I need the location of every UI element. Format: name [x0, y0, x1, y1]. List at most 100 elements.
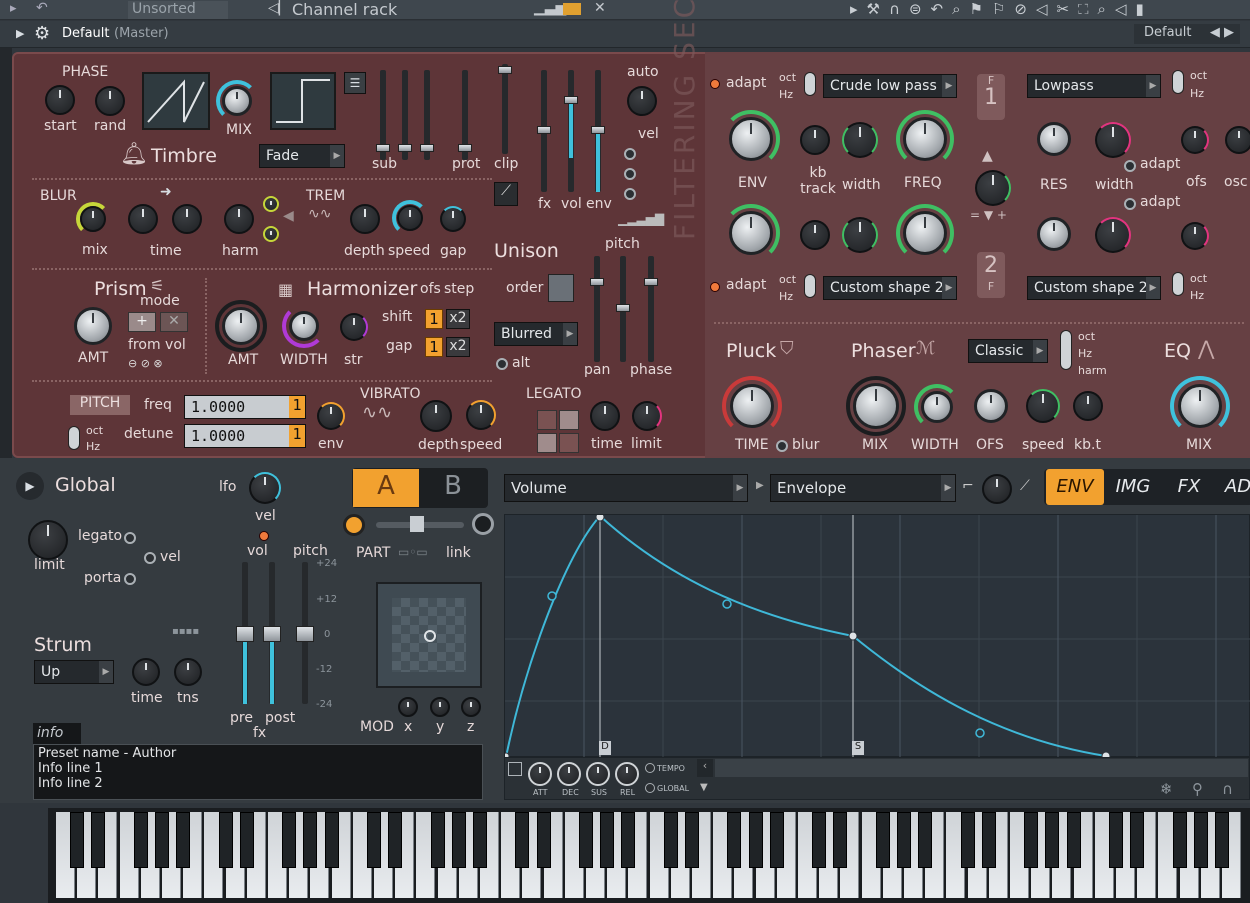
saw-wave-display[interactable] — [142, 72, 210, 130]
unison-order-box[interactable] — [548, 274, 574, 302]
adapt-radio-2[interactable] — [1124, 160, 1136, 172]
sub-fader-2[interactable] — [398, 70, 412, 160]
preset-nav-icon[interactable]: ◀ ▶ — [1210, 25, 1234, 40]
phaser-ofs-knob[interactable] — [974, 389, 1008, 423]
freq-display[interactable]: 1.0000 1 — [184, 395, 306, 419]
strum-direction-select[interactable]: Up ▶ — [34, 660, 114, 684]
phaser-speed-knob[interactable] — [1026, 389, 1060, 423]
gap-step-value[interactable]: x2 — [446, 337, 470, 357]
prism-x-button[interactable]: ✕ — [160, 312, 188, 332]
ofs2-knob[interactable] — [1181, 222, 1209, 250]
kb-track2-knob[interactable] — [800, 220, 830, 250]
prism-plus-button[interactable]: + — [128, 312, 156, 332]
toolbar-icons[interactable]: ▸⚒∩⊜↶⌕⚑⚐⊘◁✂⛶⌕◁▮ — [850, 0, 1153, 18]
tempo-radio[interactable] — [645, 763, 655, 773]
menu-button[interactable]: ☰ — [344, 72, 366, 94]
phaser-mode-select[interactable]: Classic ▶ — [968, 339, 1048, 363]
strum-tns-knob[interactable] — [174, 658, 202, 686]
env-mode-select[interactable]: Envelope ▶ — [770, 474, 956, 502]
sub-fader-3[interactable] — [420, 70, 434, 160]
tab-fx[interactable]: FX — [1162, 469, 1216, 505]
clip-curve-button[interactable]: ⟋ — [494, 182, 518, 206]
part-slider[interactable] — [376, 516, 464, 532]
undo-icon[interactable]: ↶ — [36, 0, 48, 16]
black-key[interactable] — [430, 812, 445, 868]
vol-fader[interactable] — [564, 70, 578, 192]
square-wave-display[interactable] — [270, 72, 336, 130]
black-key[interactable] — [833, 812, 848, 868]
black-key[interactable] — [515, 812, 530, 868]
filter-width-knob[interactable] — [842, 122, 878, 158]
filter-env-knob[interactable] — [729, 117, 773, 161]
filter2-freq-knob[interactable] — [903, 211, 947, 255]
vibrato-speed-knob[interactable] — [466, 400, 496, 430]
global-legato-radio[interactable] — [124, 532, 136, 544]
black-key[interactable] — [324, 812, 339, 868]
auto-knob[interactable] — [627, 86, 657, 116]
mod-x-knob[interactable] — [398, 697, 418, 717]
pluck-time-knob[interactable] — [730, 384, 774, 428]
black-key[interactable] — [91, 812, 106, 868]
black-key[interactable] — [1024, 812, 1039, 868]
rel-knob[interactable] — [615, 762, 639, 786]
part-target-button[interactable] — [472, 513, 494, 535]
filter3-type-select[interactable]: Custom shape 2 ▶ — [823, 276, 957, 300]
filter2-env-knob[interactable] — [729, 211, 773, 255]
filter-freq-knob[interactable] — [903, 117, 947, 161]
black-key[interactable] — [1215, 812, 1229, 868]
collapse-arrow-icon[interactable]: ▶ — [16, 27, 24, 40]
black-key[interactable] — [663, 812, 678, 868]
env-target-select[interactable]: Volume ▶ — [504, 474, 748, 502]
magnet-icon[interactable]: ∩ — [1222, 780, 1233, 798]
filter-route-knob[interactable] — [975, 170, 1011, 206]
trem-gap-knob[interactable] — [440, 206, 466, 232]
oct-toggle-3[interactable] — [804, 274, 816, 298]
black-key[interactable] — [451, 812, 466, 868]
vel-curve-radio-2[interactable] — [624, 168, 636, 180]
att-knob[interactable] — [528, 762, 552, 786]
env-scroll-left[interactable]: ‹ — [697, 759, 713, 777]
legato-limit-knob[interactable] — [632, 401, 662, 431]
trem-depth-knob[interactable] — [350, 204, 380, 234]
filter1-type-select[interactable]: Crude low pass ▶ — [823, 74, 957, 98]
vel-curve-radio-1[interactable] — [624, 148, 636, 160]
adapt-radio-3[interactable] — [1124, 198, 1136, 210]
unsorted-dropdown[interactable]: Unsorted — [128, 1, 228, 19]
blur-time-knob-1[interactable] — [128, 204, 158, 234]
env-fader[interactable] — [591, 70, 605, 192]
black-key[interactable] — [579, 812, 593, 868]
black-key[interactable] — [70, 812, 85, 868]
grid-icon[interactable] — [563, 3, 581, 15]
pitch-oct-toggle[interactable] — [68, 426, 80, 450]
black-key[interactable] — [1109, 812, 1123, 868]
black-key[interactable] — [303, 812, 318, 868]
harmonizer-amt-knob[interactable] — [222, 307, 260, 345]
phaser-width-knob[interactable] — [921, 391, 953, 423]
black-key[interactable] — [875, 812, 890, 868]
start-knob[interactable] — [45, 85, 75, 115]
legato-curve-4[interactable] — [559, 433, 579, 453]
black-key[interactable] — [981, 812, 996, 868]
piano-keyboard[interactable] — [48, 808, 1250, 903]
black-key[interactable] — [282, 812, 297, 868]
xy-pad-cursor[interactable] — [424, 630, 436, 642]
black-key[interactable] — [133, 812, 148, 868]
black-key[interactable] — [1045, 812, 1060, 868]
global-lfo-knob[interactable] — [249, 472, 281, 504]
unison-pan-fader-2[interactable] — [616, 256, 630, 362]
black-key[interactable] — [1172, 812, 1187, 868]
fade-select[interactable]: Fade ▶ — [259, 144, 345, 168]
shift-ofs-value[interactable]: 1 — [425, 309, 443, 329]
black-key[interactable] — [218, 812, 233, 868]
phaser-kbt-knob[interactable] — [1073, 391, 1103, 421]
legato-curve-3[interactable] — [537, 433, 557, 453]
part-power-button[interactable] — [343, 514, 365, 536]
blur-small-knob-2[interactable] — [263, 226, 279, 242]
xy-pad[interactable] — [376, 582, 482, 688]
black-key[interactable] — [727, 812, 742, 868]
info-tab[interactable]: info — [33, 723, 81, 745]
blur-small-knob-1[interactable] — [263, 196, 279, 212]
fx-fader[interactable] — [537, 70, 551, 192]
filter2-type-select[interactable]: Lowpass ▶ — [1027, 74, 1161, 98]
black-key[interactable] — [536, 812, 551, 868]
